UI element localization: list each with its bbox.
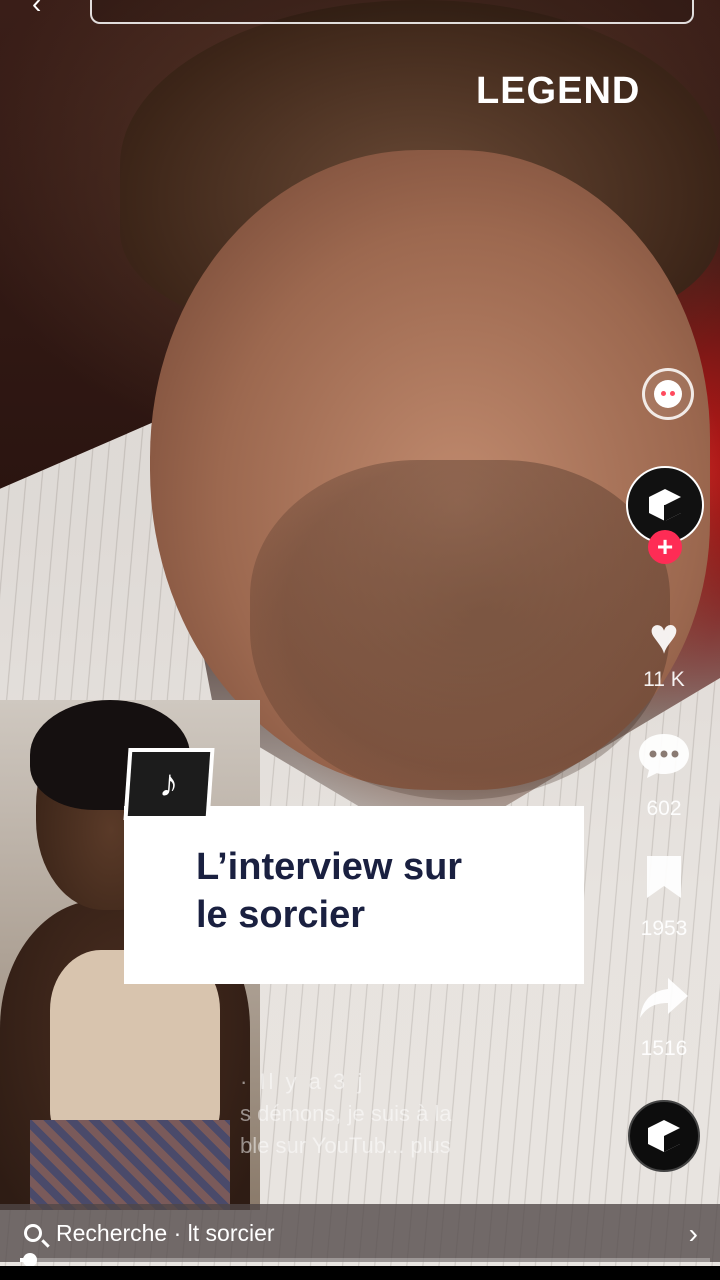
comment-bubble-icon: [626, 730, 702, 793]
related-search-bar[interactable]: Recherche · lt sorcier ›: [0, 1204, 720, 1262]
caption-line: s démons, je suis à la: [240, 1101, 452, 1126]
bookmark-icon: [626, 852, 702, 913]
heart-icon: ♥: [649, 608, 679, 664]
like-count: 11 K: [643, 668, 685, 691]
search-icon: [24, 1224, 42, 1242]
ai-assistant-button[interactable]: [642, 368, 694, 420]
cube-logo-icon: [648, 1120, 680, 1152]
title-card: L’interview sur le sorcier: [124, 806, 584, 984]
video-caption[interactable]: · Il y a 3 j s démons, je suis à la ble …: [240, 1066, 540, 1162]
bottom-safe-area: [0, 1266, 720, 1280]
caption-line: ble sur YouTub... plus: [240, 1133, 451, 1158]
save-button[interactable]: 1953: [626, 852, 702, 941]
reaction-person-skirt: [30, 1120, 230, 1210]
tiktok-note-icon: ♪: [127, 752, 211, 816]
title-card-text: L’interview sur le sorcier: [196, 846, 463, 936]
assistant-face-icon: [654, 380, 682, 408]
share-arrow-icon: [626, 974, 702, 1033]
save-count: 1953: [640, 917, 688, 940]
video-subject-beard: [250, 460, 670, 800]
cube-logo-icon: [649, 489, 681, 521]
follow-plus-button[interactable]: +: [648, 530, 682, 564]
watermark-logo: LEGEND: [476, 70, 641, 112]
top-search-bar[interactable]: [90, 0, 694, 24]
comment-count: 602: [646, 797, 682, 820]
video-progress-bar[interactable]: [20, 1253, 710, 1267]
share-count: 1516: [640, 1037, 688, 1060]
related-search-label: Recherche · lt sorcier: [56, 1219, 275, 1246]
like-button[interactable]: ♥ 11 K: [626, 608, 702, 692]
back-arrow-icon[interactable]: ‹: [32, 0, 41, 20]
comment-button[interactable]: 602: [626, 730, 702, 821]
caption-meta: · Il y a 3 j: [240, 1069, 366, 1094]
chevron-right-icon: ›: [688, 1218, 698, 1249]
sound-disc-button[interactable]: [628, 1100, 700, 1172]
share-button[interactable]: 1516: [626, 974, 702, 1061]
tiktok-badge: ♪: [123, 748, 215, 820]
